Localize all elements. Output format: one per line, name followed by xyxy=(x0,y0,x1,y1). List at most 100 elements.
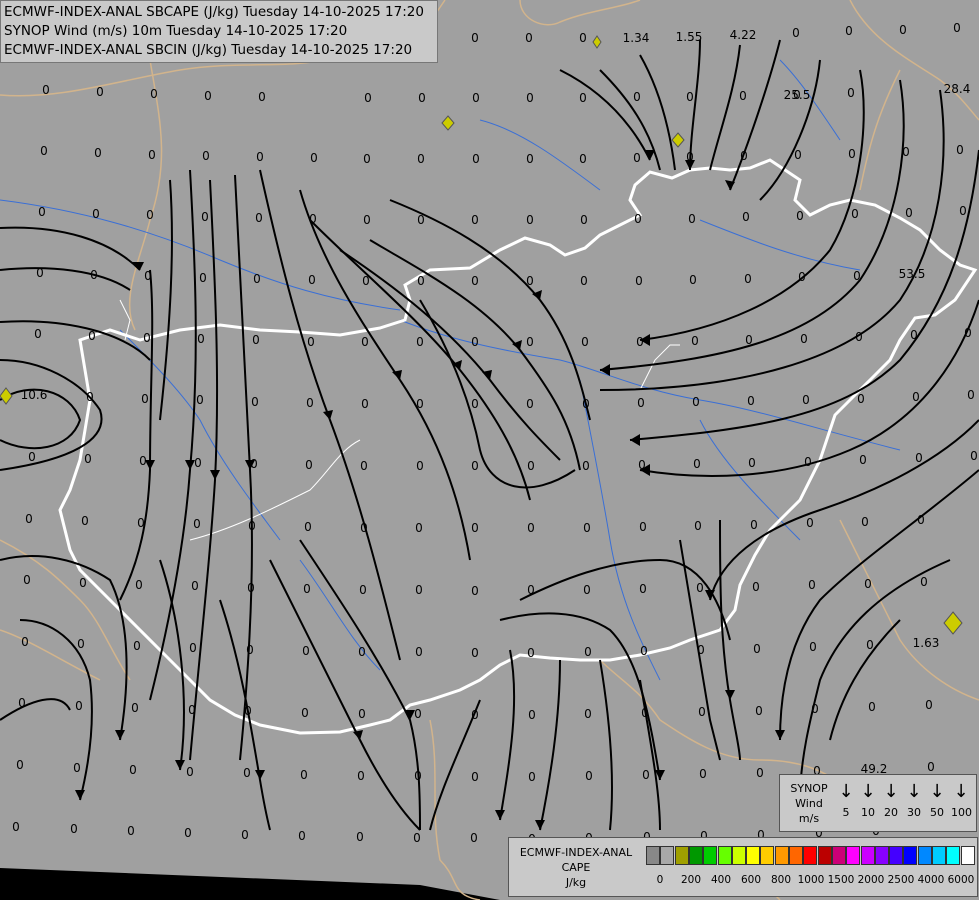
cape-value: 0 xyxy=(255,211,263,225)
cape-color-swatch xyxy=(917,846,932,865)
cape-value: 1.63 xyxy=(913,636,940,650)
cape-color-swatch xyxy=(646,846,660,865)
cape-value: 0 xyxy=(855,330,863,344)
cape-value: 0 xyxy=(256,150,264,164)
cape-value: 0 xyxy=(859,453,867,467)
cape-value: 0 xyxy=(241,828,249,842)
cape-value: 0 xyxy=(748,456,756,470)
cape-value: 0 xyxy=(304,520,312,534)
cape-value: 0 xyxy=(25,512,33,526)
cape-value: 0 xyxy=(199,271,207,285)
cape-legend-title-line: CAPE xyxy=(561,861,591,874)
cape-value: 0 xyxy=(96,85,104,99)
cape-value: 0 xyxy=(131,701,139,715)
cape-value: 0 xyxy=(79,576,87,590)
cape-legend-title: ECMWF-INDEX-ANAL CAPE J/kg xyxy=(511,845,641,890)
cape-value: 10.6 xyxy=(21,388,48,402)
cape-value: 0 xyxy=(752,580,760,594)
wind-legend-value: 100 xyxy=(951,806,972,819)
wind-legend-value: 5 xyxy=(842,806,850,819)
cape-value: 0 xyxy=(146,208,154,222)
cape-legend-title-line: ECMWF-INDEX-ANAL xyxy=(519,846,633,859)
cape-value: 0 xyxy=(472,152,480,166)
cape-value: 0 xyxy=(414,769,422,783)
cape-value: 0 xyxy=(471,274,479,288)
cape-value: 0 xyxy=(697,643,705,657)
title-box: ECMWF-INDEX-ANAL SBCAPE (J/kg) Tuesday 1… xyxy=(0,0,438,63)
cape-value: 0 xyxy=(300,768,308,782)
cape-value: 0 xyxy=(143,331,151,345)
cape-color-swatch xyxy=(688,846,703,865)
cape-value: 0 xyxy=(927,760,935,774)
cape-value: 0 xyxy=(526,152,534,166)
cape-color-swatch xyxy=(903,846,918,865)
cape-color-swatch xyxy=(860,846,875,865)
cape-value: 0 xyxy=(692,395,700,409)
cape-value: 0 xyxy=(194,456,202,470)
cape-value: 0 xyxy=(148,148,156,162)
cape-value: 0 xyxy=(745,333,753,347)
cape-color-swatch xyxy=(703,846,718,865)
cape-value: 0 xyxy=(12,820,20,834)
weather-map: 0 0 0 0 0 0 0 0 0 0 0 0 0 0 0 0 0 0 0 0 0 0 0 0 1.34 1.55 4.22 28.4… xyxy=(0,0,979,900)
cape-value: 0 xyxy=(471,335,479,349)
map-background xyxy=(0,0,979,900)
cape-value: 0 xyxy=(864,577,872,591)
cape-scale-label: 6000 xyxy=(947,874,975,886)
cape-value: 0 xyxy=(917,513,925,527)
cape-value: 0 xyxy=(633,151,641,165)
cape-value: 0 xyxy=(204,89,212,103)
cape-color-swatch xyxy=(746,846,761,865)
cape-value: 0 xyxy=(956,143,964,157)
cape-value: 28.4 xyxy=(944,82,971,96)
cape-value: 0 xyxy=(415,645,423,659)
cape-value: 0 xyxy=(925,698,933,712)
cape-value: 0 xyxy=(243,766,251,780)
cape-value: 0 xyxy=(792,26,800,40)
cape-value: 0 xyxy=(258,90,266,104)
cape-value: 0 xyxy=(92,207,100,221)
cape-value: 0 xyxy=(360,459,368,473)
cape-value: 0 xyxy=(301,706,309,720)
cape-value: 0 xyxy=(964,326,972,340)
cape-value: 0 xyxy=(471,459,479,473)
cape-value: 0 xyxy=(528,770,536,784)
cape-value: 0 xyxy=(851,207,859,221)
cape-value: 0 xyxy=(742,210,750,224)
cape-value: 0 xyxy=(739,89,747,103)
cape-value: 0 xyxy=(361,397,369,411)
cape-value: 0 xyxy=(472,91,480,105)
cape-value: 0 xyxy=(580,274,588,288)
cape-value: 0 xyxy=(21,635,29,649)
cape-value: 0 xyxy=(800,332,808,346)
cape-color-swatch xyxy=(760,846,775,865)
cape-value: 0 xyxy=(525,31,533,45)
cape-value: 0 xyxy=(744,272,752,286)
cape-value: 0 xyxy=(306,396,314,410)
cape-value: 0 xyxy=(579,91,587,105)
cape-value: 0 xyxy=(848,147,856,161)
cape-value: 0 xyxy=(244,704,252,718)
cape-value: 0 xyxy=(417,152,425,166)
cape-color-swatch xyxy=(889,846,904,865)
cape-value: 0 xyxy=(302,644,310,658)
cape-value: 0 xyxy=(861,515,869,529)
wind-legend-title-line: Wind xyxy=(795,797,823,810)
cape-value: 0 xyxy=(794,148,802,162)
cape-value: 0 xyxy=(471,521,479,535)
cape-value: 0 xyxy=(802,393,810,407)
cape-value: 0 xyxy=(416,335,424,349)
cape-value: 0 xyxy=(310,151,318,165)
cape-color-swatch xyxy=(674,846,689,865)
cape-color-swatch xyxy=(946,846,961,865)
cape-value: 0 xyxy=(582,397,590,411)
cape-legend-title-line: J/kg xyxy=(565,876,587,889)
cape-value: 0 xyxy=(641,706,649,720)
cape-value: 0 xyxy=(202,149,210,163)
cape-value: 0 xyxy=(251,395,259,409)
cape-value: 4.22 xyxy=(730,28,757,42)
cape-value: 0 xyxy=(638,458,646,472)
cape-value: 0 xyxy=(471,646,479,660)
cape-value: 0 xyxy=(298,829,306,843)
wind-legend: SYNOP Wind m/s ↓ 5 ↓ 10 ↓ 20 ↓ 30 ↓ 50 ↓ 100 xyxy=(779,774,977,832)
